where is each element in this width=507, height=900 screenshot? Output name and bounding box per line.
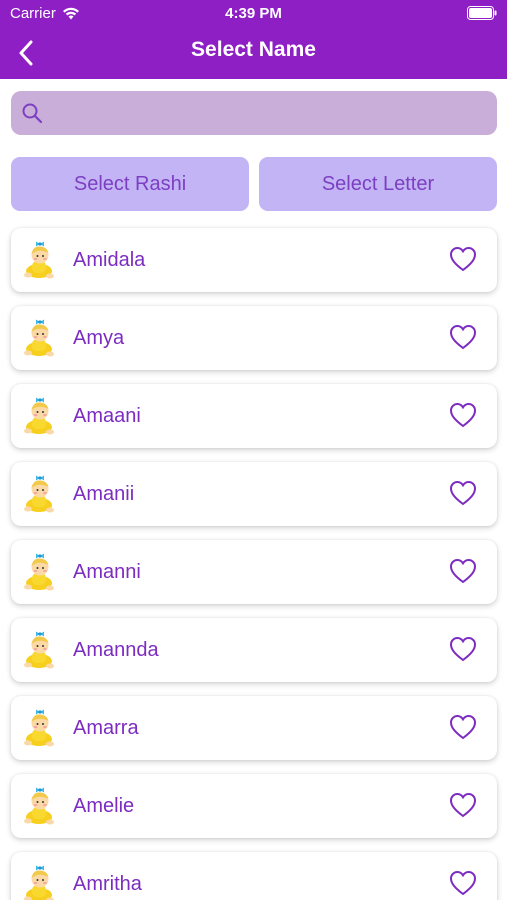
heart-icon[interactable] [449,714,477,740]
heart-icon[interactable] [449,558,477,584]
baby-icon [24,709,54,747]
name-list-item[interactable]: Amarra [11,696,497,760]
name-list-item[interactable]: Amelie [11,774,497,838]
baby-icon [24,241,54,279]
name-list-item[interactable]: Amannda [11,618,497,682]
heart-icon[interactable] [449,324,477,350]
heart-icon[interactable] [449,246,477,272]
name-list-item[interactable]: Amya [11,306,497,370]
heart-icon[interactable] [449,636,477,662]
search-icon [22,103,43,124]
heart-icon[interactable] [449,402,477,428]
name-label: Amya [73,327,125,349]
name-list-item[interactable]: Amanii [11,462,497,526]
name-list-item[interactable]: Amidala [11,228,497,292]
search-input[interactable] [51,103,491,123]
name-label: Amidala [73,249,146,271]
name-label: Amritha [73,873,142,895]
name-list-item[interactable]: Amaani [11,384,497,448]
name-label: Amelie [73,795,135,817]
heart-icon[interactable] [449,870,477,896]
name-label: Amanii [73,483,135,505]
name-list-item[interactable]: Amritha [11,852,497,900]
name-label: Amaani [73,405,141,427]
name-label: Amarra [73,717,139,739]
baby-icon [24,865,54,900]
name-label: Amannda [73,639,159,661]
battery-icon [467,6,497,20]
page-title: Select Name [191,38,316,61]
baby-icon [24,553,54,591]
heart-icon[interactable] [449,480,477,506]
name-list-item[interactable]: Amanni [11,540,497,604]
search-bar[interactable] [11,91,497,135]
heart-icon[interactable] [449,792,477,818]
baby-icon [24,319,54,357]
status-bar: Carrier 4:39 PM [0,0,507,28]
baby-icon [24,475,54,513]
navigation-bar: Carrier 4:39 PM Select Name [0,0,507,79]
select-rashi-button[interactable]: Select Rashi [11,157,249,211]
select-letter-button[interactable]: Select Letter [259,157,497,211]
status-time: 4:39 PM [225,5,282,22]
baby-icon [24,787,54,825]
name-label: Amanni [73,561,141,583]
baby-icon [24,397,54,435]
baby-icon [24,631,54,669]
